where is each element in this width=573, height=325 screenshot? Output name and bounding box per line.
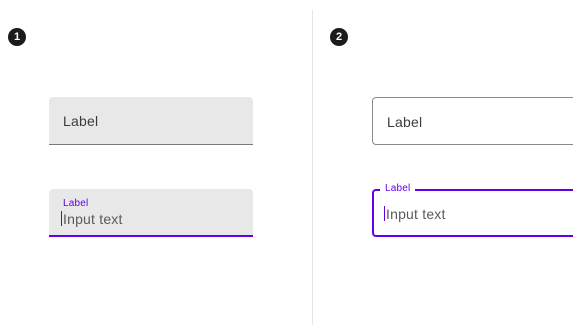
canvas: 1 Label Label Input text 2 Label Label I… [0,0,573,325]
outlined-field-input-text: Input text [386,206,446,222]
section-2-badge: 2 [330,28,348,46]
outlined-text-field-inactive[interactable]: Label [372,97,573,145]
filled-field-floating-label: Label [63,198,89,209]
outlined-field-input-value[interactable]: Input text [384,206,446,222]
outlined-field-label: Label [387,114,423,130]
outlined-field-floating-label: Label [380,182,416,196]
filled-text-field-inactive[interactable]: Label [49,97,253,145]
text-caret [384,206,385,221]
outlined-text-field-focused[interactable]: Label Input text [372,182,573,237]
text-caret [61,211,62,226]
section-1-badge: 1 [8,28,26,46]
filled-text-field-focused[interactable]: Label Input text [49,189,253,237]
filled-field-label: Label [63,113,99,129]
filled-field-input-value[interactable]: Input text [61,211,123,227]
filled-field-input-text: Input text [63,211,123,227]
section-divider [312,10,313,325]
